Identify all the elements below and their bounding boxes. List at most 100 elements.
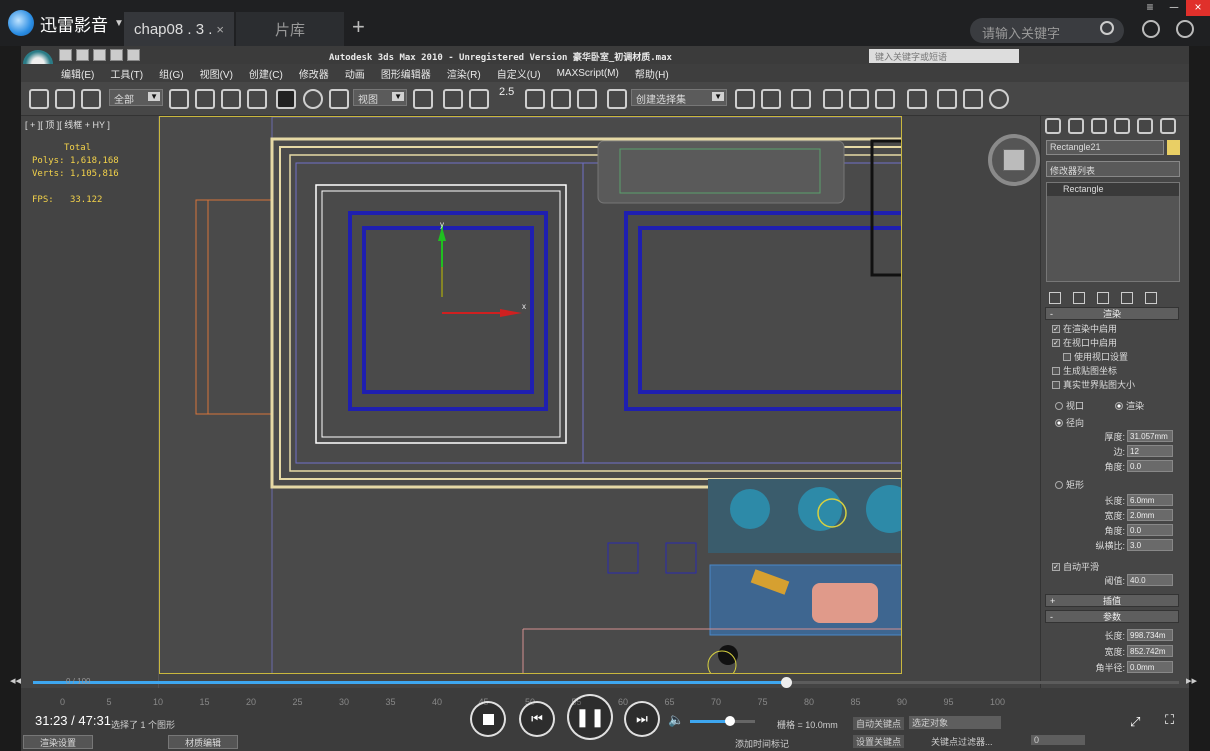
snap-toggle-button[interactable]: 2.5 xyxy=(499,86,514,98)
percent-snap-icon[interactable] xyxy=(551,89,571,109)
volume-knob[interactable] xyxy=(725,716,736,726)
rotate-icon[interactable] xyxy=(303,89,323,109)
curve-editor-icon[interactable] xyxy=(849,89,869,109)
thickness-spinner[interactable]: 31.057mm xyxy=(1127,430,1173,442)
tab-library[interactable]: 片库 xyxy=(236,12,344,46)
keyboard-shortcut-icon[interactable] xyxy=(469,89,489,109)
stack-item-rectangle[interactable]: Rectangle xyxy=(1047,183,1179,196)
angle-snap-icon[interactable] xyxy=(525,89,545,109)
renderer-radio[interactable]: 渲染 xyxy=(1115,399,1144,412)
menu-modifiers[interactable]: 修改器 xyxy=(299,66,329,81)
graphite-tools-icon[interactable] xyxy=(823,89,843,109)
timeline-knob[interactable] xyxy=(780,677,792,688)
redo-icon[interactable] xyxy=(127,49,140,61)
viewport-radio[interactable]: 视口 xyxy=(1055,399,1084,412)
angle2-spinner[interactable]: 0.0 xyxy=(1127,524,1173,536)
brand-menu[interactable]: 迅雷影音 ▼ xyxy=(8,10,124,36)
spinner-snap-icon[interactable] xyxy=(577,89,597,109)
selected-rectangle-inner[interactable] xyxy=(362,226,534,394)
unlink-icon[interactable] xyxy=(55,89,75,109)
window-crossing-icon[interactable] xyxy=(247,89,267,109)
param-corner-spinner[interactable]: 0.0mm xyxy=(1127,661,1173,673)
viewcube-icon[interactable] xyxy=(1003,149,1025,171)
schematic-view-icon[interactable] xyxy=(875,89,895,109)
region-select-icon[interactable] xyxy=(221,89,241,109)
selected-rectangle-outer[interactable] xyxy=(348,211,548,411)
enable-in-viewport-checkbox[interactable]: ✓ 在视口中启用 xyxy=(1052,336,1117,349)
pivot-center-icon[interactable] xyxy=(413,89,433,109)
param-length-spinner[interactable]: 998.734m xyxy=(1127,629,1173,641)
menu-maxscript[interactable]: MAXScript(M) xyxy=(557,68,619,79)
use-viewport-settings-checkbox[interactable]: 使用视口设置 xyxy=(1063,350,1128,363)
user-icon[interactable] xyxy=(1176,20,1194,38)
video-timeline[interactable]: ◂◂ ▸▸ 0 / 100 xyxy=(0,674,1210,688)
menu-group[interactable]: 组(G) xyxy=(159,66,183,81)
remove-modifier-icon[interactable] xyxy=(1121,292,1133,304)
make-unique-icon[interactable] xyxy=(1097,292,1109,304)
menu-edit[interactable]: 编辑(E) xyxy=(61,66,94,81)
render-setup-icon[interactable] xyxy=(937,89,957,109)
reference-coordinate-dropdown[interactable]: 视图 xyxy=(353,89,407,106)
new-file-icon[interactable] xyxy=(59,49,72,61)
viewcube-ring[interactable] xyxy=(988,134,1040,186)
scale-icon[interactable] xyxy=(329,89,349,109)
parameters-rollout[interactable]: - 参数 xyxy=(1045,610,1179,623)
bind-space-warp-icon[interactable] xyxy=(81,89,101,109)
menu-create[interactable]: 创建(C) xyxy=(249,66,283,81)
select-by-name-icon[interactable] xyxy=(195,89,215,109)
close-tab-icon[interactable]: × xyxy=(216,22,224,37)
search-icon[interactable] xyxy=(1100,21,1114,35)
seek-back-icon[interactable]: ◂◂ xyxy=(10,674,21,687)
interpolation-rollout[interactable]: + 插值 xyxy=(1045,594,1179,607)
tab-video[interactable]: chap08 . 3 . × xyxy=(124,12,234,46)
menu-views[interactable]: 视图(V) xyxy=(200,66,233,81)
menu-customize[interactable]: 自定义(U) xyxy=(497,66,541,81)
close-button[interactable]: × xyxy=(1186,0,1210,16)
next-button[interactable]: ⏭ xyxy=(624,701,660,737)
search-input[interactable]: 请输入关键字 xyxy=(970,18,1124,43)
menu-animation[interactable]: 动画 xyxy=(345,66,365,81)
named-selection-dropdown[interactable]: 创建选择集 xyxy=(631,89,727,106)
rendering-rollout[interactable]: - 渲染 xyxy=(1045,307,1179,320)
menu-button[interactable]: ≡ xyxy=(1138,0,1162,16)
rectangular-radio[interactable]: 矩形 xyxy=(1055,478,1084,491)
layer-manager-icon[interactable] xyxy=(791,89,811,109)
modify-tab-icon[interactable] xyxy=(1068,118,1084,134)
param-width-spinner[interactable]: 852.742m xyxy=(1127,645,1173,657)
show-end-result-icon[interactable] xyxy=(1073,292,1085,304)
previous-button[interactable]: ⏮ xyxy=(519,701,555,737)
expand-icon[interactable]: ⛶ xyxy=(1165,712,1174,728)
fullscreen-toggle-icon[interactable]: ⤢ xyxy=(1130,714,1140,730)
select-manipulate-icon[interactable] xyxy=(443,89,463,109)
move-icon[interactable] xyxy=(276,89,296,109)
mirror-icon[interactable] xyxy=(735,89,755,109)
material-editor-icon[interactable] xyxy=(907,89,927,109)
volume-icon[interactable]: 🔈 xyxy=(668,712,684,728)
radial-radio[interactable]: 径向 xyxy=(1055,416,1084,429)
length-spinner[interactable]: 6.0mm xyxy=(1127,494,1173,506)
selection-filter-dropdown[interactable]: 全部 xyxy=(109,89,163,106)
new-tab-button[interactable]: + xyxy=(352,14,365,40)
link-icon[interactable] xyxy=(29,89,49,109)
menu-graph-editors[interactable]: 图形编辑器 xyxy=(381,66,431,81)
minimize-button[interactable]: ─ xyxy=(1162,0,1186,16)
configure-modifier-sets-icon[interactable] xyxy=(1145,292,1157,304)
real-world-map-checkbox[interactable]: 真实世界贴图大小 xyxy=(1052,378,1135,391)
enable-in-renderer-checkbox[interactable]: ✓ 在渲染中启用 xyxy=(1052,322,1117,335)
stop-button[interactable] xyxy=(470,701,506,737)
select-object-icon[interactable] xyxy=(169,89,189,109)
motion-tab-icon[interactable] xyxy=(1114,118,1130,134)
pause-button[interactable]: ❚❚ xyxy=(567,694,613,740)
utilities-tab-icon[interactable] xyxy=(1160,118,1176,134)
top-viewport[interactable]: y x xyxy=(159,116,902,674)
history-icon[interactable] xyxy=(1142,20,1160,38)
create-tab-icon[interactable] xyxy=(1045,118,1061,134)
rendered-frame-window-icon[interactable] xyxy=(963,89,983,109)
align-icon[interactable] xyxy=(761,89,781,109)
open-file-icon[interactable] xyxy=(76,49,89,61)
threshold-spinner[interactable]: 40.0 xyxy=(1127,574,1173,586)
edit-named-selection-icon[interactable] xyxy=(607,89,627,109)
modifier-list-dropdown[interactable]: 修改器列表 xyxy=(1046,161,1180,177)
hierarchy-tab-icon[interactable] xyxy=(1091,118,1107,134)
aspect-spinner[interactable]: 3.0 xyxy=(1127,539,1173,551)
